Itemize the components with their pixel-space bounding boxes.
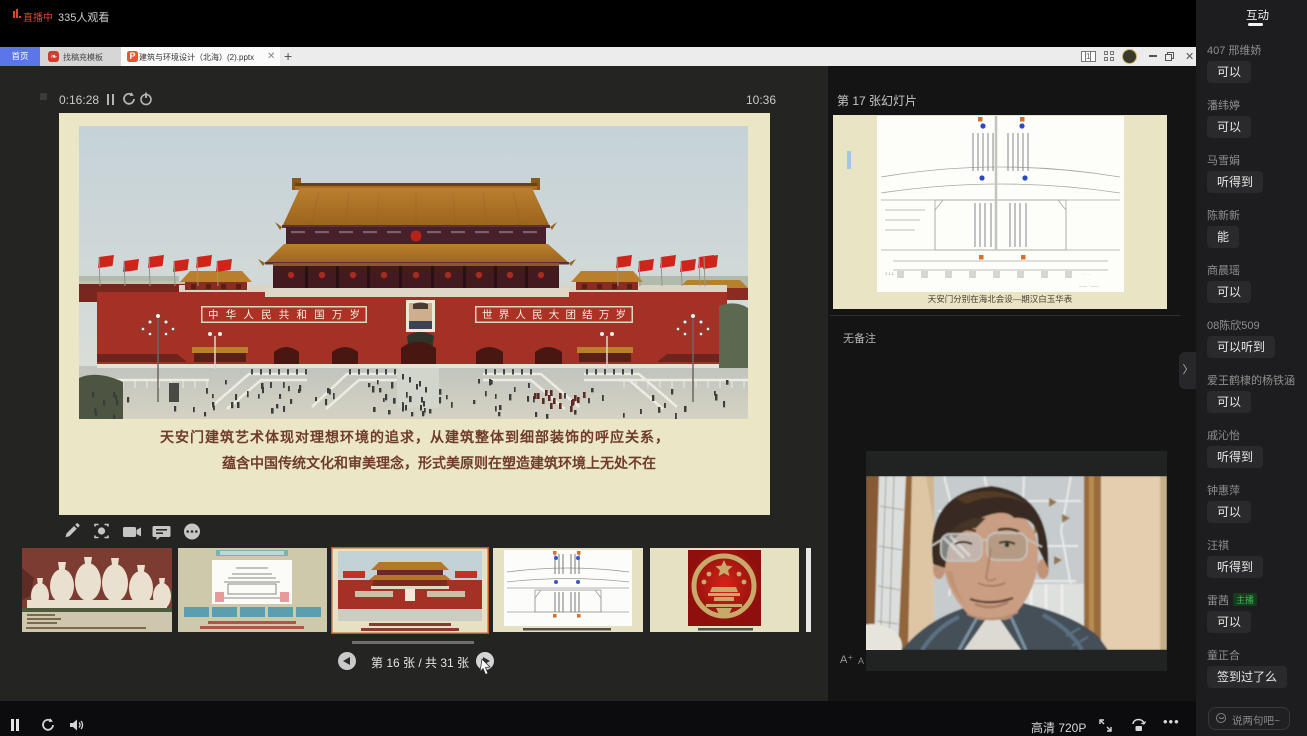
svg-text:—— · ——: —— · ——: [1079, 283, 1099, 288]
svg-text:天安门分别在海北会设—期汉白玉华表: 天安门分别在海北会设—期汉白玉华表: [928, 294, 1073, 304]
svg-text:世界人民大团结万岁: 世界人民大团结万岁: [482, 308, 626, 321]
svg-text:. . . .: . . . .: [1083, 271, 1091, 276]
svg-text:中华人民共和国万岁: 中华人民共和国万岁: [208, 308, 360, 321]
svg-text:1 1 1: 1 1 1: [885, 271, 895, 276]
